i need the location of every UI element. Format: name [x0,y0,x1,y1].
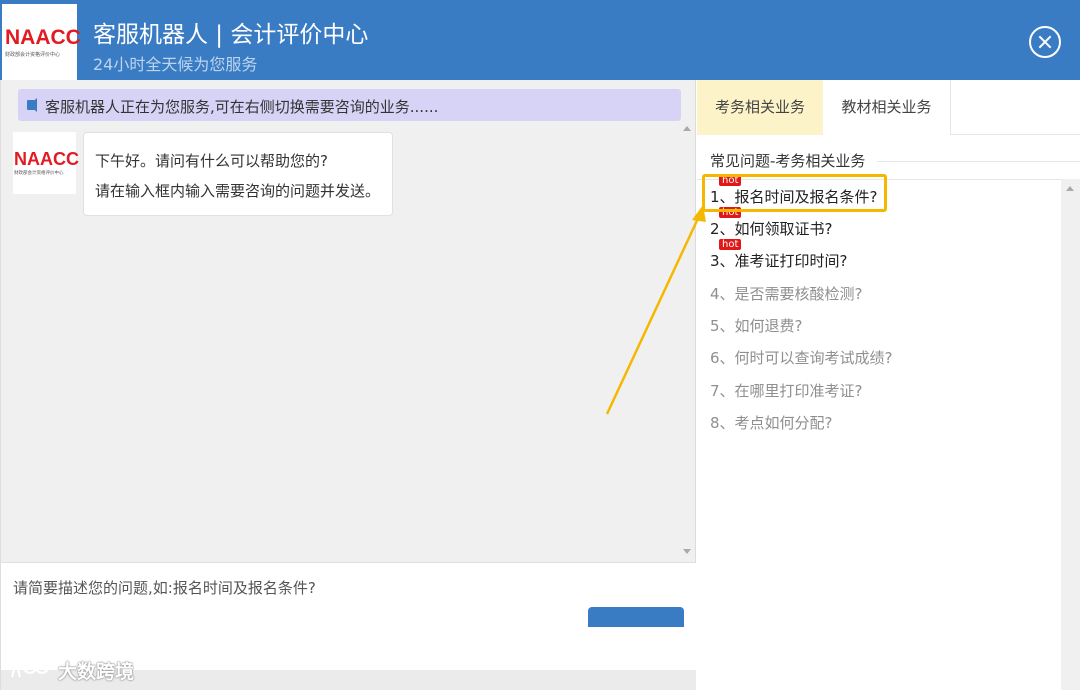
faq-item[interactable]: 8、考点如何分配? [710,412,833,433]
faq-list: hot 1、报名时间及报名条件? hot 2、如何领取证书? hot 3、准考证… [697,175,1061,690]
watermark-logo-icon [10,659,50,678]
hot-badge: hot [719,239,742,250]
chat-scroll-up-arrow-icon[interactable] [683,126,691,131]
chat-pane: 客服机器人正在为您服务,可在右侧切换需要咨询的业务...... NAACC 财政… [0,80,696,690]
chat-scroll-down-arrow-icon[interactable] [683,549,691,554]
watermark: 大数跨境 [8,655,148,685]
faq-item-label: 8、考点如何分配? [710,414,833,432]
faq-item[interactable]: 5、如何退费? [710,315,803,336]
faq-scrollbar[interactable] [1061,179,1080,690]
faq-item[interactable]: hot 3、准考证打印时间? [710,239,848,271]
faq-item-label: 6、何时可以查询考试成绩? [710,349,893,367]
logo: NAACC 财政部会计资格评价中心 [2,4,81,80]
faq-item-label: 7、在哪里打印准考证? [710,382,863,400]
faq-heading: 常见问题-考务相关业务 [710,152,866,170]
faq-item[interactable]: 7、在哪里打印准考证? [710,380,863,401]
faq-item-label: 5、如何退费? [710,317,803,335]
speaker-icon [27,100,35,110]
tab-exam-affairs[interactable]: 考务相关业务 [697,80,823,135]
logo-text: NAACC [5,26,81,49]
window-subtitle: 24小时全天候为您服务 [93,55,258,74]
notice-text: 客服机器人正在为您服务,可在右侧切换需要咨询的业务...... [45,98,439,116]
faq-item-label: 4、是否需要核酸检测? [710,285,863,303]
faq-item[interactable]: hot 2、如何领取证书? [710,207,833,239]
faq-item-label: 3、准考证打印时间? [710,252,848,270]
bot-avatar-subtext: 财政部会计资格评价中心 [14,171,64,176]
tab-textbook-affairs[interactable]: 教材相关业务 [823,80,951,135]
close-icon[interactable] [1029,26,1061,58]
faq-pane: 考务相关业务 教材相关业务 常见问题-考务相关业务 hot 1、报名时间及报名条… [697,80,1080,690]
chat-message-line: 下午好。请问有什么可以帮助您的? [95,152,328,170]
notice-banner: 客服机器人正在为您服务,可在右侧切换需要咨询的业务...... [18,89,681,121]
faq-item-label: 2、如何领取证书? [710,220,833,238]
bot-avatar: NAACC 财政部会计资格评价中心 [13,132,79,194]
chat-message-bubble: 下午好。请问有什么可以帮助您的? 请在输入框内输入需要咨询的问题并发送。 [83,132,393,216]
header-bar: NAACC 财政部会计资格评价中心 客服机器人 | 会计评价中心 24小时全天候… [0,0,1080,80]
highlight-box [702,174,887,212]
watermark-text: 大数跨境 [58,661,135,683]
window-title: 客服机器人 | 会计评价中心 [93,22,369,48]
faq-item[interactable]: 4、是否需要核酸检测? [710,283,863,304]
faq-item[interactable]: 6、何时可以查询考试成绩? [710,347,893,368]
logo-subtext: 财政部会计资格评价中心 [5,52,61,58]
tab-bar: 考务相关业务 教材相关业务 [697,80,1080,135]
send-button[interactable] [588,607,684,627]
chat-message-line: 请在输入框内输入需要咨询的问题并发送。 [95,182,381,200]
bot-avatar-text: NAACC [14,149,79,169]
divider [877,161,1080,162]
faq-scroll-up-arrow-icon[interactable] [1066,186,1074,191]
